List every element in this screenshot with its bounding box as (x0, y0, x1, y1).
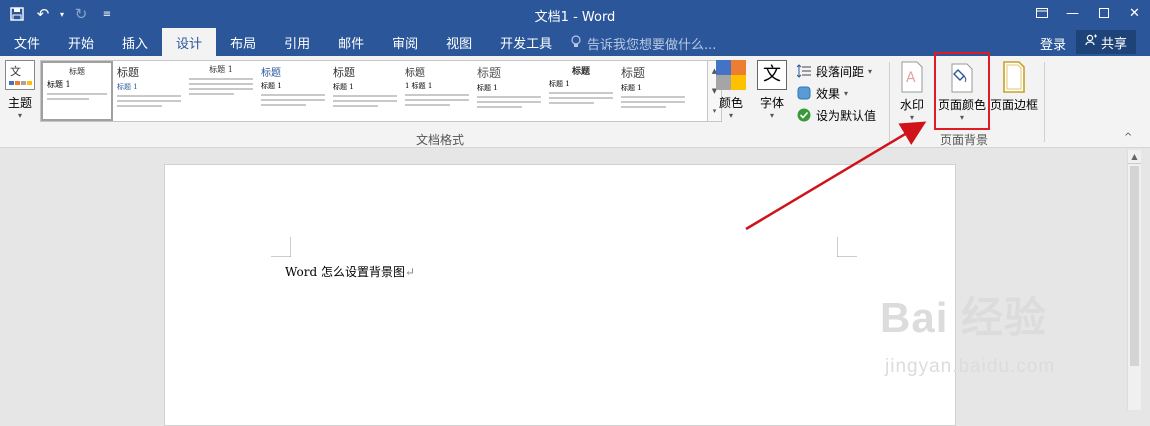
sign-in-link[interactable]: 登录 (1040, 34, 1066, 53)
style-set-item[interactable]: 标题 标题 1 (329, 61, 401, 121)
minimize-icon[interactable]: — (1057, 0, 1088, 26)
themes-label: 主题 (7, 96, 32, 110)
chevron-down-icon: ▾ (868, 66, 873, 76)
tab-view[interactable]: 视图 (432, 28, 486, 56)
page-borders-button[interactable]: 页面边框 (990, 60, 1038, 113)
svg-text:文: 文 (10, 64, 21, 78)
set-as-default-button[interactable]: 设为默认值 (796, 104, 876, 126)
chevron-down-icon: ▾ (17, 111, 22, 120)
share-button[interactable]: 共享 (1076, 30, 1136, 54)
baidu-watermark-url: jingyan.baidu.com (885, 356, 1056, 377)
style-set-item[interactable]: 标题 标题 1 (257, 61, 329, 121)
style-set-item[interactable]: 标题 1 (185, 61, 257, 121)
close-icon[interactable]: ✕ (1119, 0, 1150, 26)
effects-icon (796, 85, 812, 101)
lightbulb-icon (570, 34, 582, 53)
tell-me-placeholder: 告诉我您想要做什么... (587, 38, 717, 53)
margin-corner-mark (837, 237, 857, 257)
tab-insert[interactable]: 插入 (108, 28, 162, 56)
share-label: 共享 (1100, 36, 1127, 52)
group-label-page-background: 页面背景 (940, 133, 989, 147)
check-circle-icon (796, 107, 812, 123)
vertical-scrollbar[interactable]: ▲ (1127, 150, 1141, 410)
paragraph-spacing-button[interactable]: 段落间距 ▾ (796, 60, 876, 82)
group-separator (889, 62, 890, 142)
set-as-default-label: 设为默认值 (816, 108, 877, 123)
chevron-down-icon: ▾ (909, 113, 914, 122)
color-palette-icon (716, 60, 746, 90)
chevron-down-icon: ▾ (728, 111, 733, 120)
tab-layout[interactable]: 布局 (216, 28, 270, 56)
scroll-up-icon[interactable]: ▲ (1128, 150, 1141, 164)
tab-review[interactable]: 审阅 (378, 28, 432, 56)
themes-icon: 文 (5, 60, 35, 90)
tab-developer[interactable]: 开发工具 (486, 28, 566, 56)
tab-references[interactable]: 引用 (270, 28, 324, 56)
swatch-2 (731, 60, 746, 75)
effects-button[interactable]: 效果 ▾ (796, 82, 876, 104)
title-bar: ↶ ▾ ↻ ≡ 文档1 - Word — ✕ (0, 0, 1150, 28)
style-set-item[interactable]: 标题 标题 1 (113, 61, 185, 121)
page-borders-label: 页面边框 (990, 98, 1039, 112)
page-borders-icon (999, 60, 1029, 94)
watermark-button[interactable]: A 水印 ▾ (896, 60, 928, 122)
effects-label: 效果 (816, 86, 841, 101)
baidu-watermark: Bai 经验 (880, 294, 1048, 341)
tab-file[interactable]: 文件 (0, 28, 54, 56)
swatch-1 (716, 60, 731, 75)
group-separator (1044, 62, 1045, 142)
chevron-down-icon: ▾ (769, 111, 774, 120)
person-icon (1085, 34, 1097, 50)
window-title: 文档1 - Word (534, 10, 616, 25)
style-set-item[interactable]: 标题 标题 1 (473, 61, 545, 121)
document-page[interactable]: Word 怎么设置背景图↵ (164, 164, 956, 426)
style-set-gallery: 标题 标题 1 标题 标题 1 标题 1 标题 标题 1 标题 标题 1 标题 … (40, 60, 708, 122)
maximize-icon[interactable] (1088, 0, 1119, 26)
fonts-icon: 文 (757, 60, 787, 90)
themes-button[interactable]: 文 主题 ▾ (2, 60, 38, 120)
watermark-icon: A (897, 60, 927, 94)
colors-label: 颜色 (718, 96, 743, 110)
fonts-button[interactable]: 文 字体 ▾ (757, 60, 787, 120)
tab-home[interactable]: 开始 (54, 28, 108, 56)
tab-design[interactable]: 设计 (162, 28, 217, 56)
svg-text:A: A (906, 70, 916, 86)
paragraph-spacing-label: 段落间距 (816, 64, 865, 79)
tab-mailings[interactable]: 邮件 (324, 28, 378, 56)
margin-corner-mark (271, 237, 291, 257)
ribbon-display-options-icon[interactable] (1026, 0, 1057, 26)
collapse-ribbon-icon[interactable]: ^ (1124, 132, 1132, 143)
tell-me-box[interactable]: 告诉我您想要做什么... (570, 34, 716, 53)
document-text[interactable]: Word 怎么设置背景图↵ (285, 263, 415, 280)
chevron-down-icon: ▾ (844, 88, 849, 98)
scrollbar-thumb[interactable] (1130, 166, 1139, 366)
style-set-item[interactable]: 标题 标题 1 (545, 61, 617, 121)
swatch-3 (716, 75, 731, 90)
fonts-label: 字体 (759, 96, 784, 110)
paragraph-spacing-icon (796, 63, 812, 79)
colors-button[interactable]: 颜色 ▾ (716, 60, 746, 120)
group-label-document-formatting: 文档格式 (416, 133, 465, 147)
swatch-4 (731, 75, 746, 90)
style-set-item[interactable]: 标题 标题 1 (41, 61, 113, 121)
paragraph-mark-icon: ↵ (404, 265, 416, 279)
style-set-item[interactable]: 标题 标题 1 (617, 61, 689, 121)
highlight-box (934, 52, 990, 130)
watermark-label: 水印 (899, 98, 924, 112)
style-set-item[interactable]: 标题 1 标题 1 (401, 61, 473, 121)
